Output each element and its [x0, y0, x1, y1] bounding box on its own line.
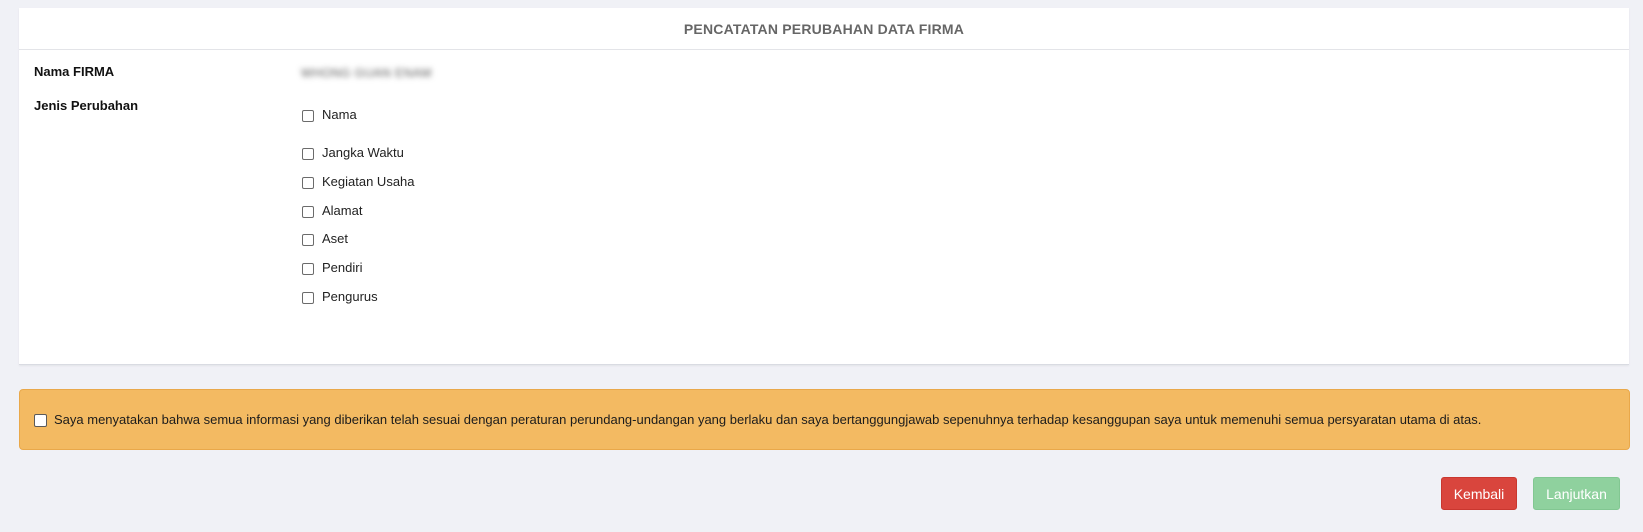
- option-pengurus-label: Pengurus: [322, 289, 378, 304]
- option-aset-label: Aset: [322, 231, 349, 246]
- option-jangka-waktu-checkbox[interactable]: [302, 148, 314, 160]
- form-title: PENCATATAN PERUBAHAN DATA FIRMA: [19, 8, 1629, 50]
- option-kegiatan-usaha[interactable]: Kegiatan Usaha: [302, 174, 415, 189]
- back-button[interactable]: Kembali: [1441, 477, 1517, 510]
- option-pendiri-label: Pendiri: [322, 260, 363, 275]
- option-nama[interactable]: Nama: [302, 107, 357, 122]
- option-pendiri[interactable]: Pendiri: [302, 260, 362, 275]
- option-aset[interactable]: Aset: [302, 231, 348, 246]
- option-kegiatan-usaha-checkbox[interactable]: [302, 177, 314, 189]
- option-alamat[interactable]: Alamat: [302, 203, 362, 218]
- option-alamat-label: Alamat: [322, 203, 363, 218]
- nama-firma-label: Nama FIRMA: [34, 64, 115, 79]
- option-alamat-checkbox[interactable]: [302, 206, 314, 218]
- option-nama-label: Nama: [322, 107, 357, 122]
- option-jangka-waktu-label: Jangka Waktu: [322, 145, 404, 160]
- form-panel: PENCATATAN PERUBAHAN DATA FIRMA Nama FIR…: [19, 8, 1629, 365]
- option-pengurus[interactable]: Pengurus: [302, 289, 378, 304]
- declaration-box: Saya menyatakan bahwa semua informasi ya…: [19, 389, 1630, 450]
- option-kegiatan-usaha-label: Kegiatan Usaha: [322, 174, 415, 189]
- declaration-text: Saya menyatakan bahwa semua informasi ya…: [54, 412, 1482, 427]
- jenis-perubahan-label: Jenis Perubahan: [34, 98, 139, 113]
- option-nama-checkbox[interactable]: [302, 110, 314, 122]
- next-button[interactable]: Lanjutkan: [1533, 477, 1620, 510]
- option-pendiri-checkbox[interactable]: [302, 263, 314, 275]
- option-aset-checkbox[interactable]: [302, 234, 314, 246]
- nama-firma-value: WHONG GUAN ENAM: [301, 66, 432, 80]
- option-pengurus-checkbox[interactable]: [302, 292, 314, 304]
- option-jangka-waktu[interactable]: Jangka Waktu: [302, 145, 404, 160]
- declaration-checkbox[interactable]: [34, 414, 47, 427]
